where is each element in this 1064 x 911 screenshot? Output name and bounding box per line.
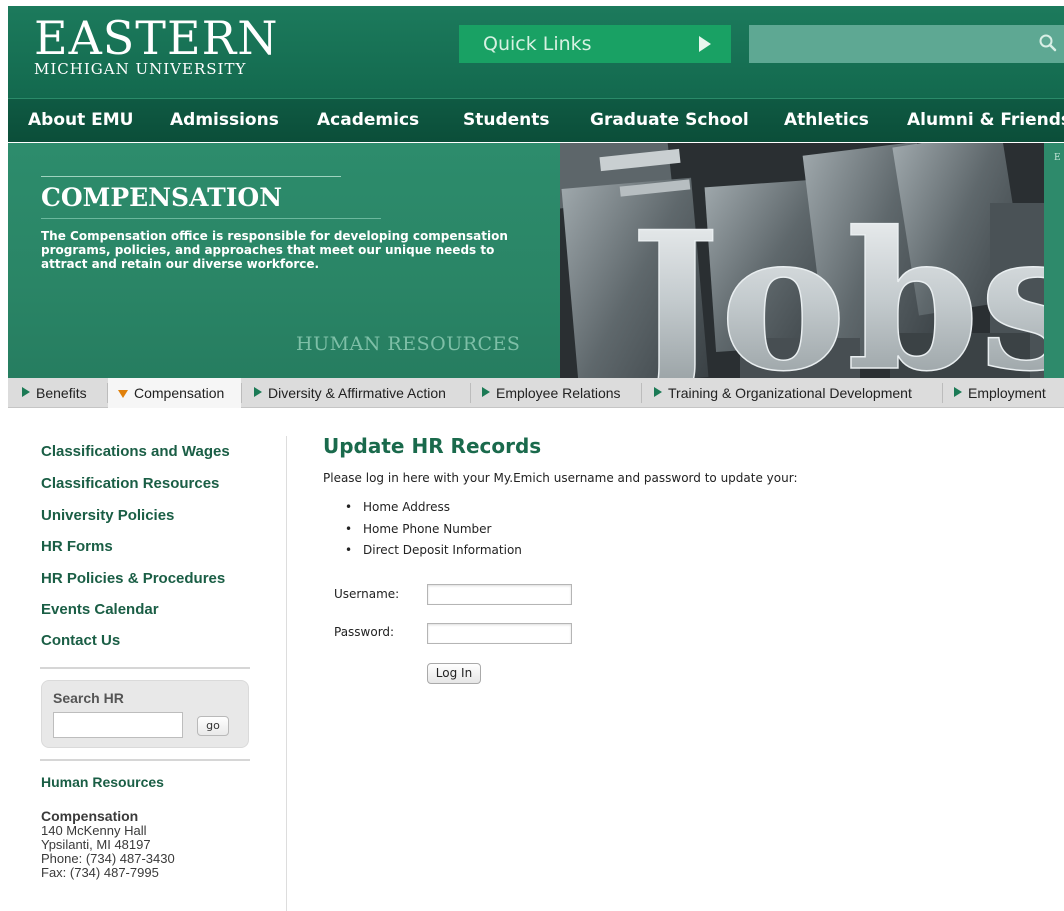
triangle-down-icon: [118, 390, 128, 398]
username-field[interactable]: [427, 584, 572, 605]
section-tabs: Benefits Compensation Diversity & Affirm…: [8, 378, 1064, 408]
banner-title: COMPENSATION: [41, 183, 283, 212]
compensation-banner: COMPENSATION The Compensation office is …: [8, 143, 1064, 378]
sidebar-link-hr-policies[interactable]: HR Policies & Procedures: [41, 570, 225, 587]
banner-edge-strip: E: [1044, 143, 1064, 378]
sidebar-link-university-policies[interactable]: University Policies: [41, 507, 174, 524]
sidebar-link-classification-resources[interactable]: Classification Resources: [41, 475, 219, 492]
login-button[interactable]: Log In: [427, 663, 481, 684]
sidebar-link-events-calendar[interactable]: Events Calendar: [41, 601, 159, 618]
search-hr-box: Search HR go: [41, 680, 249, 748]
nav-item-about-emu[interactable]: About EMU: [28, 99, 134, 143]
site-header: EASTERN MICHIGAN UNIVERSITY Quick Links: [8, 6, 1064, 98]
logo-subtitle: MICHIGAN UNIVERSITY: [34, 60, 247, 78]
banner-edge-letter: E: [1054, 153, 1061, 163]
quick-links-label: Quick Links: [483, 33, 592, 55]
list-item: Home Address: [345, 500, 522, 522]
list-item: Direct Deposit Information: [345, 543, 522, 565]
tab-divider: [641, 383, 642, 403]
sidebar-divider: [40, 759, 250, 761]
triangle-right-icon: [654, 387, 662, 397]
banner-divider: [41, 176, 341, 177]
search-hr-label: Search HR: [53, 690, 124, 706]
page-title: Update HR Records: [323, 434, 542, 458]
triangle-right-icon: [482, 387, 490, 397]
tab-divider: [241, 383, 242, 403]
search-go-button[interactable]: go: [197, 716, 229, 736]
nav-item-students[interactable]: Students: [463, 99, 550, 143]
tab-label: Benefits: [36, 385, 87, 401]
tab-label: Employee Relations: [496, 385, 621, 401]
search-hr-input[interactable]: [53, 712, 183, 738]
banner-department-label: HUMAN RESOURCES: [296, 333, 521, 355]
banner-description: The Compensation office is responsible f…: [41, 229, 508, 271]
tab-compensation[interactable]: Compensation: [108, 378, 241, 408]
tab-employment[interactable]: Employment: [948, 378, 1046, 408]
nav-item-athletics[interactable]: Athletics: [784, 99, 869, 143]
nav-item-graduate-school[interactable]: Graduate School: [590, 99, 749, 143]
office-address: Compensation 140 McKenny Hall Ypsilanti,…: [41, 809, 175, 880]
address-heading: Compensation: [41, 808, 139, 824]
nav-item-academics[interactable]: Academics: [317, 99, 419, 143]
sidebar-divider: [40, 667, 250, 669]
human-resources-link[interactable]: Human Resources: [41, 774, 164, 790]
address-fax: Fax: (734) 487-7995: [41, 865, 159, 880]
jobs-letterpress-text: Jobs: [616, 190, 1044, 378]
sidebar-link-classifications-wages[interactable]: Classifications and Wages: [41, 443, 230, 460]
intro-text: Please log in here with your My.Emich us…: [323, 471, 798, 485]
nav-item-alumni-friends[interactable]: Alumni & Friends: [907, 99, 1064, 143]
address-phone: Phone: (734) 487-3430: [41, 851, 175, 866]
quick-links-button[interactable]: Quick Links: [459, 25, 731, 63]
tab-divider: [942, 383, 943, 403]
update-items-list: Home Address Home Phone Number Direct De…: [345, 500, 522, 565]
sidebar-link-hr-forms[interactable]: HR Forms: [41, 538, 113, 555]
content-divider: [286, 436, 287, 911]
logo-wordmark: EASTERN: [34, 11, 279, 65]
jobs-letterpress-image: Jobs: [560, 143, 1044, 378]
tab-benefits[interactable]: Benefits: [16, 378, 107, 408]
username-label: Username:: [334, 587, 400, 601]
play-arrow-icon: [699, 36, 711, 52]
banner-divider: [41, 218, 381, 219]
tab-diversity[interactable]: Diversity & Affirmative Action: [248, 378, 446, 408]
sidebar-link-contact-us[interactable]: Contact Us: [41, 632, 120, 649]
banner-text-panel: COMPENSATION The Compensation office is …: [8, 143, 560, 378]
password-field[interactable]: [427, 623, 572, 644]
tab-label: Compensation: [134, 385, 225, 401]
triangle-right-icon: [954, 387, 962, 397]
emu-logo[interactable]: EASTERN MICHIGAN UNIVERSITY: [34, 11, 279, 78]
site-search-input[interactable]: [749, 25, 1064, 63]
tab-label: Training & Organizational Development: [668, 385, 912, 401]
address-line: 140 McKenny Hall: [41, 823, 147, 838]
list-item: Home Phone Number: [345, 522, 522, 544]
address-line: Ypsilanti, MI 48197: [41, 837, 151, 852]
tab-divider: [470, 383, 471, 403]
triangle-right-icon: [254, 387, 262, 397]
site-search: [749, 25, 1064, 63]
tab-label: Diversity & Affirmative Action: [268, 385, 446, 401]
nav-item-admissions[interactable]: Admissions: [170, 99, 279, 143]
password-label: Password:: [334, 625, 395, 639]
main-navigation: About EMU Admissions Academics Students …: [8, 98, 1064, 142]
tab-employee-relations[interactable]: Employee Relations: [476, 378, 621, 408]
search-icon[interactable]: [1038, 33, 1058, 53]
tab-training[interactable]: Training & Organizational Development: [648, 378, 912, 408]
tab-label: Employment: [968, 385, 1046, 401]
triangle-right-icon: [22, 387, 30, 397]
